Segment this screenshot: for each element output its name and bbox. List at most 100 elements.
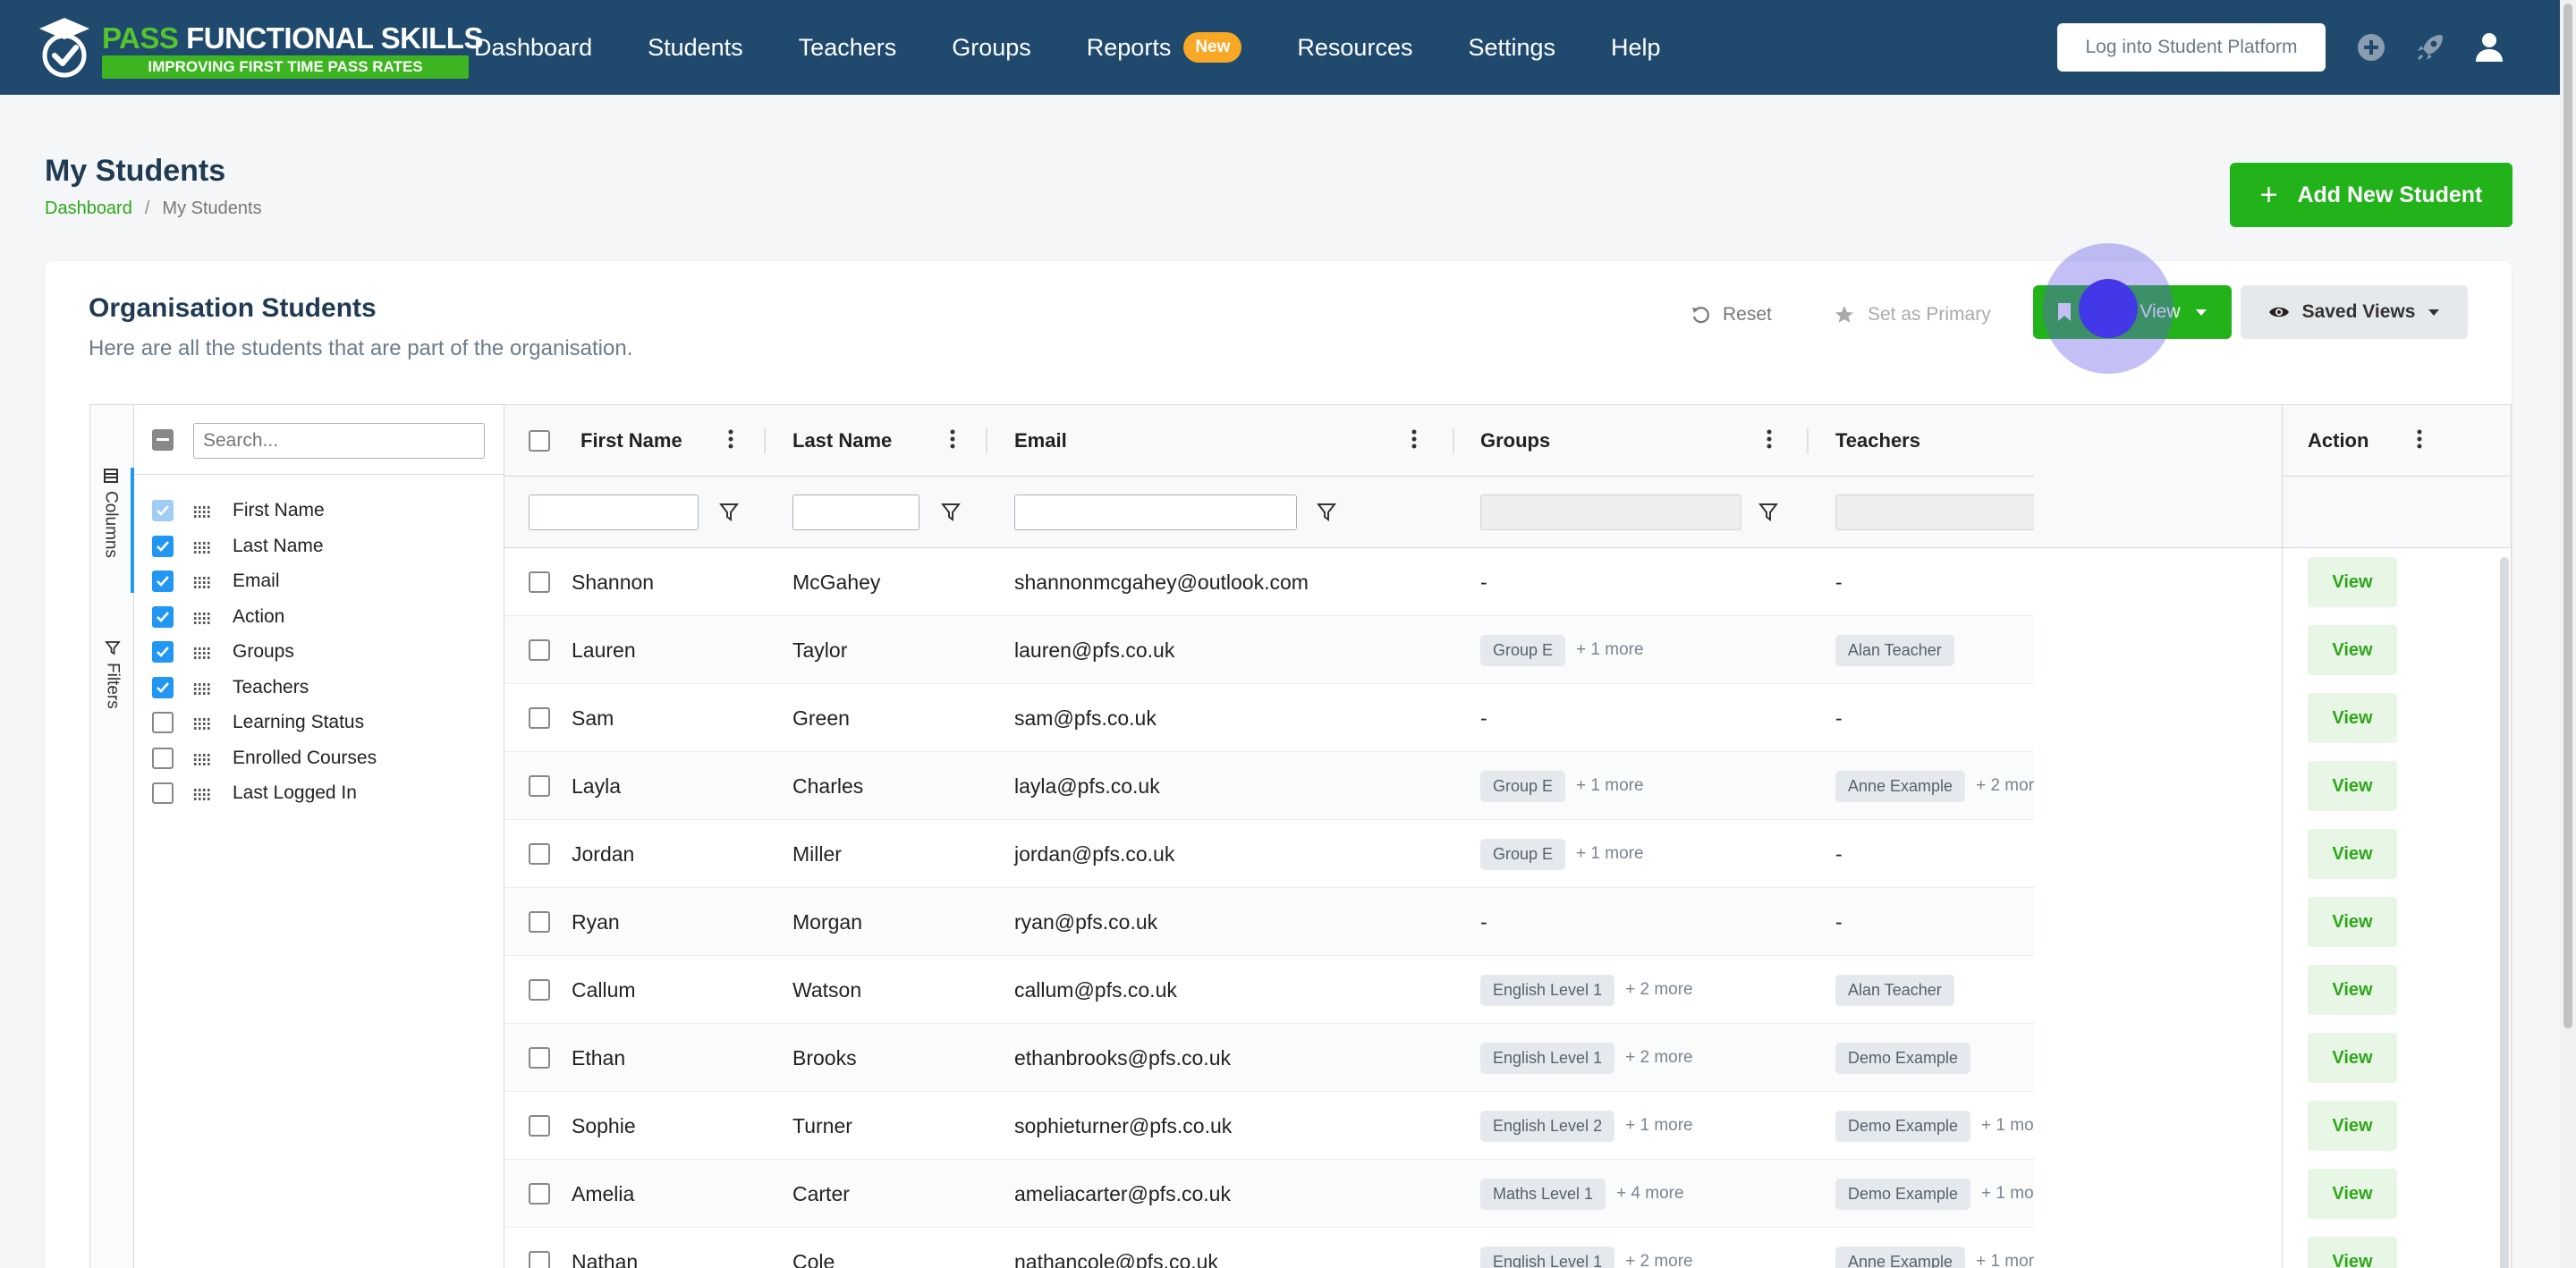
table-row[interactable]: Sam Green sam@pfs.co.uk - - bbox=[504, 684, 2034, 752]
more-groups-link[interactable]: + 2 more bbox=[1625, 980, 1693, 1000]
column-checkbox[interactable] bbox=[152, 712, 174, 733]
column-checkbox[interactable] bbox=[152, 782, 174, 804]
column-option-action[interactable]: Action bbox=[152, 599, 284, 635]
column-separator[interactable] bbox=[1453, 428, 1454, 453]
add-new-student-button[interactable]: + Add New Student bbox=[2230, 163, 2512, 227]
row-checkbox[interactable] bbox=[529, 1251, 550, 1268]
row-checkbox[interactable] bbox=[529, 571, 550, 593]
column-option-last-logged-in[interactable]: Last Logged In bbox=[152, 775, 357, 811]
view-student-button[interactable]: View bbox=[2308, 965, 2397, 1015]
column-menu-icon[interactable] bbox=[1767, 428, 1775, 453]
drag-handle-icon[interactable] bbox=[193, 786, 211, 800]
header-first-name[interactable]: First Name bbox=[580, 405, 682, 477]
breadcrumb-dashboard-link[interactable]: Dashboard bbox=[45, 199, 132, 219]
table-row[interactable]: Layla Charles layla@pfs.co.uk Group E + 1 mo… bbox=[504, 752, 2044, 820]
nav-item-resources[interactable]: Resources bbox=[1297, 34, 1412, 62]
column-checkbox[interactable] bbox=[152, 605, 174, 628]
column-checkbox[interactable] bbox=[152, 535, 174, 557]
column-checkbox[interactable] bbox=[152, 641, 174, 663]
nav-item-help[interactable]: Help bbox=[1611, 34, 1661, 62]
more-groups-link[interactable]: + 4 more bbox=[1616, 1184, 1684, 1204]
saved-views-dropdown[interactable]: Saved Views bbox=[2241, 285, 2468, 339]
column-checkbox[interactable] bbox=[152, 747, 174, 769]
column-option-groups[interactable]: Groups bbox=[152, 634, 294, 670]
more-groups-link[interactable]: + 1 more bbox=[1625, 1116, 1693, 1136]
email-filter-input[interactable] bbox=[1014, 495, 1297, 530]
column-option-first-name[interactable]: First Name bbox=[152, 493, 325, 528]
logo[interactable]: PASS FUNCTIONAL SKILLS IMPROVING FIRST T… bbox=[38, 14, 483, 80]
column-option-teachers[interactable]: Teachers bbox=[152, 670, 309, 706]
column-option-learning-status[interactable]: Learning Status bbox=[152, 705, 364, 740]
view-student-button[interactable]: View bbox=[2308, 1101, 2397, 1151]
user-icon[interactable] bbox=[2469, 27, 2510, 68]
table-scrollbar[interactable] bbox=[2500, 557, 2509, 1268]
page-scrollbar[interactable] bbox=[2560, 0, 2576, 1268]
column-option-email[interactable]: Email bbox=[152, 563, 280, 599]
nav-item-reports[interactable]: Reports New bbox=[1087, 32, 1242, 63]
header-last-name[interactable]: Last Name bbox=[792, 405, 892, 477]
column-search-input[interactable] bbox=[193, 423, 485, 459]
column-menu-icon[interactable] bbox=[728, 428, 737, 453]
view-student-button[interactable]: View bbox=[2308, 625, 2397, 675]
more-groups-link[interactable]: + 2 more bbox=[1625, 1048, 1693, 1068]
row-checkbox[interactable] bbox=[529, 1115, 550, 1137]
view-student-button[interactable]: View bbox=[2308, 761, 2397, 811]
funnel-icon[interactable] bbox=[941, 502, 961, 523]
table-row[interactable]: Nathan Cole nathancole@pfs.co.uk English Le… bbox=[504, 1228, 2044, 1268]
funnel-icon[interactable] bbox=[1758, 502, 1778, 523]
rocket-icon[interactable] bbox=[2410, 27, 2451, 68]
select-all-rows-checkbox[interactable] bbox=[529, 430, 550, 452]
column-checkbox[interactable] bbox=[152, 500, 174, 521]
funnel-icon[interactable] bbox=[719, 502, 739, 523]
login-student-platform-button[interactable]: Log into Student Platform bbox=[2057, 23, 2326, 72]
table-row[interactable]: Sophie Turner sophieturner@pfs.co.uk Englis… bbox=[504, 1092, 2049, 1160]
column-option-last-name[interactable]: Last Name bbox=[152, 528, 324, 564]
column-checkbox[interactable] bbox=[152, 676, 174, 698]
column-menu-icon[interactable] bbox=[950, 428, 959, 453]
nav-item-dashboard[interactable]: Dashboard bbox=[474, 34, 592, 62]
nav-item-groups[interactable]: Groups bbox=[952, 34, 1031, 62]
first-name-filter-input[interactable] bbox=[529, 495, 699, 530]
column-menu-icon[interactable] bbox=[2417, 428, 2426, 453]
table-row[interactable]: Amelia Carter ameliacarter@pfs.co.uk Maths … bbox=[504, 1160, 2049, 1228]
column-option-enrolled-courses[interactable]: Enrolled Courses bbox=[152, 740, 377, 776]
table-row[interactable]: Lauren Taylor lauren@pfs.co.uk Group E + 1 m… bbox=[504, 616, 2034, 684]
drag-handle-icon[interactable] bbox=[193, 645, 211, 659]
view-student-button[interactable]: View bbox=[2308, 1237, 2397, 1268]
set-as-primary-button[interactable]: Set as Primary bbox=[1834, 297, 1991, 333]
more-groups-link[interactable]: + 1 more bbox=[1576, 844, 1644, 864]
funnel-icon[interactable] bbox=[1317, 502, 1336, 523]
drag-handle-icon[interactable] bbox=[193, 715, 211, 730]
more-groups-link[interactable]: + 1 more bbox=[1576, 640, 1644, 660]
column-separator[interactable] bbox=[1807, 428, 1809, 453]
view-student-button[interactable]: View bbox=[2308, 897, 2397, 947]
drag-handle-icon[interactable] bbox=[193, 574, 211, 588]
drag-handle-icon[interactable] bbox=[193, 680, 211, 695]
view-student-button[interactable]: View bbox=[2308, 1033, 2397, 1083]
drag-handle-icon[interactable] bbox=[193, 751, 211, 765]
column-checkbox[interactable] bbox=[152, 571, 174, 592]
table-row[interactable]: Ryan Morgan ryan@pfs.co.uk - - bbox=[504, 888, 2034, 956]
column-separator[interactable] bbox=[764, 428, 766, 453]
header-teachers[interactable]: Teachers bbox=[1835, 405, 1920, 477]
select-all-columns-checkbox[interactable] bbox=[152, 429, 174, 451]
header-email[interactable]: Email bbox=[1014, 405, 1067, 477]
table-row[interactable]: Shannon McGahey shannonmcgahey@outlook.com… bbox=[504, 548, 2034, 616]
drag-handle-icon[interactable] bbox=[193, 539, 211, 554]
row-checkbox[interactable] bbox=[529, 1047, 550, 1069]
table-row[interactable]: Ethan Brooks ethanbrooks@pfs.co.uk English … bbox=[504, 1024, 2034, 1092]
row-checkbox[interactable] bbox=[529, 843, 550, 865]
tab-columns[interactable]: Columns bbox=[90, 468, 134, 593]
view-student-button[interactable]: View bbox=[2308, 693, 2397, 743]
drag-handle-icon[interactable] bbox=[193, 610, 211, 624]
tab-filters[interactable]: Filters bbox=[90, 639, 134, 729]
column-menu-icon[interactable] bbox=[1411, 428, 1420, 453]
header-groups[interactable]: Groups bbox=[1480, 405, 1550, 477]
row-checkbox[interactable] bbox=[529, 775, 550, 797]
more-groups-link[interactable]: + 2 more bbox=[1625, 1252, 1693, 1268]
page-scrollbar-thumb[interactable] bbox=[2563, 4, 2572, 1028]
teachers-filter-input[interactable] bbox=[1835, 495, 2054, 530]
view-student-button[interactable]: View bbox=[2308, 557, 2397, 607]
more-groups-link[interactable]: + 1 more bbox=[1576, 776, 1644, 796]
column-separator[interactable] bbox=[986, 428, 987, 453]
